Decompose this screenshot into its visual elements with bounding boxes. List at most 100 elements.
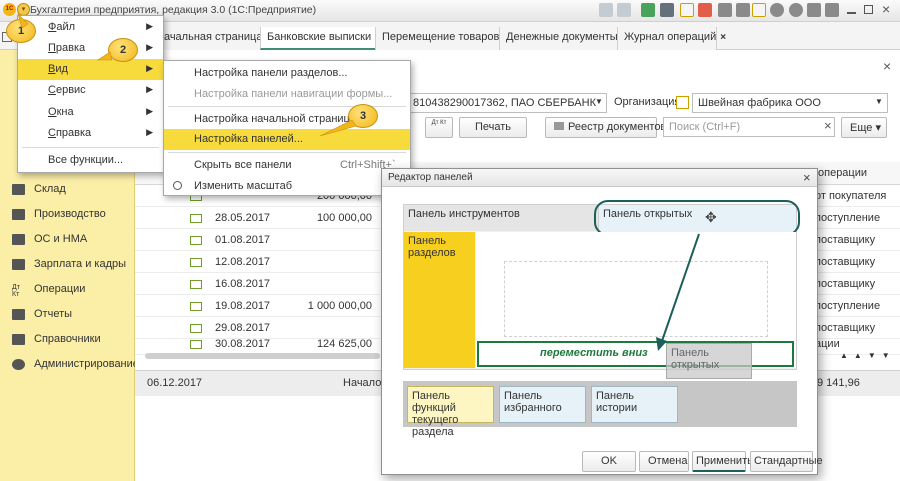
bell-icon[interactable] xyxy=(718,3,732,17)
app-logo-icon[interactable]: 1С xyxy=(3,3,16,16)
row-date: 16.08.2017 xyxy=(215,278,271,290)
settings-icon[interactable] xyxy=(807,3,821,17)
operation-cell: поступление xyxy=(815,295,900,317)
truck-icon xyxy=(12,234,25,245)
save-icon[interactable] xyxy=(599,3,613,17)
info-icon[interactable] xyxy=(789,3,803,17)
factory-icon xyxy=(12,209,25,220)
row-date: 28.05.2017 xyxy=(215,212,271,224)
chevron-down-icon[interactable]: ▼ xyxy=(595,97,603,106)
close-tab-icon[interactable]: × xyxy=(720,32,726,43)
sidebar-item-production[interactable]: Производство xyxy=(0,204,135,226)
menu-item-label: правка xyxy=(55,127,92,139)
favorite-icon[interactable] xyxy=(752,3,766,17)
row-navigation-arrows[interactable]: ▲▲▼▼ xyxy=(840,351,896,360)
table-row[interactable]: 28.05.2017 100 000,00 xyxy=(135,207,380,229)
dialog-close-icon[interactable]: × xyxy=(803,170,811,185)
sidebar-item-operations[interactable]: Дт Кт Операции xyxy=(0,279,135,301)
sidebar-item-catalogs[interactable]: Справочники xyxy=(0,329,135,351)
table-row[interactable]: 16.08.2017 xyxy=(135,273,380,295)
apply-button[interactable]: Применить xyxy=(692,451,753,472)
tab-label: Начальная страница xyxy=(156,31,263,43)
sidebar-item-label: Производство xyxy=(34,208,106,220)
tab-bank-statements[interactable]: Банковские выписки× xyxy=(260,27,381,50)
operation-column-header: операции xyxy=(818,167,868,179)
functions-panel[interactable]: Панель функций текущего раздела xyxy=(407,386,494,438)
menu-item-service[interactable]: Сервис ▶ xyxy=(18,80,163,101)
calculator-icon[interactable] xyxy=(660,3,674,17)
table-row[interactable]: 19.08.2017 1 000 000,00 xyxy=(135,295,380,317)
step-callout-2: 2 xyxy=(108,38,138,62)
table-row[interactable]: 12.08.2017 xyxy=(135,251,380,273)
print-button[interactable]: Печать xyxy=(459,117,527,138)
sidebar-item-label: Склад xyxy=(34,183,66,195)
menu-item-panels-settings[interactable]: Настройка панелей... xyxy=(164,129,410,150)
dtkt-button[interactable]: Дт Кт xyxy=(425,117,453,138)
menu-item-view[interactable]: Вид ▶ xyxy=(18,59,163,80)
calendar-icon[interactable] xyxy=(698,3,712,17)
sidebar-item-label: ОС и НМА xyxy=(34,233,88,245)
star-icon[interactable] xyxy=(680,3,694,17)
menu-item-hide-all-panels[interactable]: Скрыть все панели Ctrl+Shift+` xyxy=(164,155,410,176)
table-row[interactable]: 30.08.2017 124 625,00 xyxy=(135,333,380,355)
history-panel[interactable]: Панель истории xyxy=(591,386,678,423)
menu-item-all-functions[interactable]: Все функции... xyxy=(18,150,163,171)
registry-label: Реестр документов xyxy=(568,121,667,133)
mail-icon[interactable] xyxy=(641,3,655,17)
tab-home[interactable]: Начальная страница xyxy=(150,27,263,50)
close-window-icon[interactable]: × xyxy=(882,1,890,17)
tools-panel[interactable]: Панель инструментов xyxy=(404,205,599,231)
menu-item-edit[interactable]: Правка ▶ xyxy=(18,38,163,59)
sidebar-item-salary[interactable]: Зарплата и кадры xyxy=(0,254,135,276)
books-icon xyxy=(12,334,25,345)
work-area-inner xyxy=(504,261,768,337)
panel-editor-dialog: Редактор панелей × Панель инструментов П… xyxy=(381,168,823,475)
sidebar-item-reports[interactable]: Отчеты xyxy=(0,304,135,326)
tab-cash-documents[interactable]: Денежные документы× xyxy=(499,27,628,50)
print-icon[interactable] xyxy=(617,3,631,17)
menu-item-windows[interactable]: Окна ▶ xyxy=(18,102,163,123)
clear-search-icon[interactable]: × xyxy=(824,118,832,133)
row-amount: 100 000,00 xyxy=(316,212,372,224)
table-row[interactable]: 01.08.2017 xyxy=(135,229,380,251)
menu-item-change-zoom[interactable]: Изменить масштаб xyxy=(164,176,410,197)
organization-field[interactable]: Швейная фабрика ООО xyxy=(692,93,888,113)
dropdown-icon[interactable] xyxy=(825,3,839,17)
menu-item-mnemonic: С xyxy=(48,84,56,96)
registry-button[interactable]: Реестр документов xyxy=(545,117,666,138)
menu-item-file[interactable]: Файл ▶ xyxy=(18,17,163,38)
document-icon xyxy=(190,236,202,245)
tab-operations-journal[interactable]: Журнал операций × xyxy=(617,27,726,50)
row-date: 01.08.2017 xyxy=(215,234,271,246)
defaults-button[interactable]: Стандартные xyxy=(750,451,823,472)
chevron-right-icon: ▶ xyxy=(146,21,153,31)
sections-panel-preview[interactable]: Панель разделов xyxy=(404,232,475,368)
favorites-panel[interactable]: Панель избранного xyxy=(499,386,586,423)
horizontal-scrollbar[interactable] xyxy=(145,353,380,359)
row-date: 30.08.2017 xyxy=(215,338,271,350)
sidebar-item-warehouse[interactable]: Склад xyxy=(0,179,135,201)
close-form-icon[interactable]: × xyxy=(883,58,891,74)
history-icon[interactable] xyxy=(736,3,750,17)
zoom-icon xyxy=(173,181,182,190)
row-amount: 124 625,00 xyxy=(316,338,372,350)
tab-goods-transfer[interactable]: Перемещение товаров× xyxy=(375,27,509,50)
menu-item-mnemonic: С xyxy=(48,127,56,139)
sidebar-item-administration[interactable]: Администрирование xyxy=(0,354,139,376)
sidebar-item-fixed-assets[interactable]: ОС и НМА xyxy=(0,229,135,251)
maximize-icon[interactable] xyxy=(864,5,873,14)
chevron-right-icon: ▶ xyxy=(146,63,153,73)
menu-item-form-navigation-settings: Настройка панели навигации формы... xyxy=(194,88,393,100)
organization-checkbox[interactable] xyxy=(676,96,689,109)
menu-item-sections-panel-settings[interactable]: Настройка панели разделов... xyxy=(164,63,410,84)
menu-item-help[interactable]: Справка ▶ xyxy=(18,123,163,144)
minimize-icon[interactable] xyxy=(847,5,856,14)
ok-button[interactable]: OK xyxy=(582,451,636,472)
search-icon[interactable] xyxy=(770,3,784,17)
bank-account-field[interactable]: 810438290017362, ПАО СБЕРБАНК xyxy=(407,93,607,113)
chevron-down-icon[interactable]: ▼ xyxy=(875,97,883,106)
more-button[interactable]: Еще ▾ xyxy=(841,117,887,138)
document-icon xyxy=(190,280,202,289)
search-input[interactable]: Поиск (Ctrl+F) xyxy=(663,117,835,137)
cancel-button[interactable]: Отмена xyxy=(639,451,689,472)
